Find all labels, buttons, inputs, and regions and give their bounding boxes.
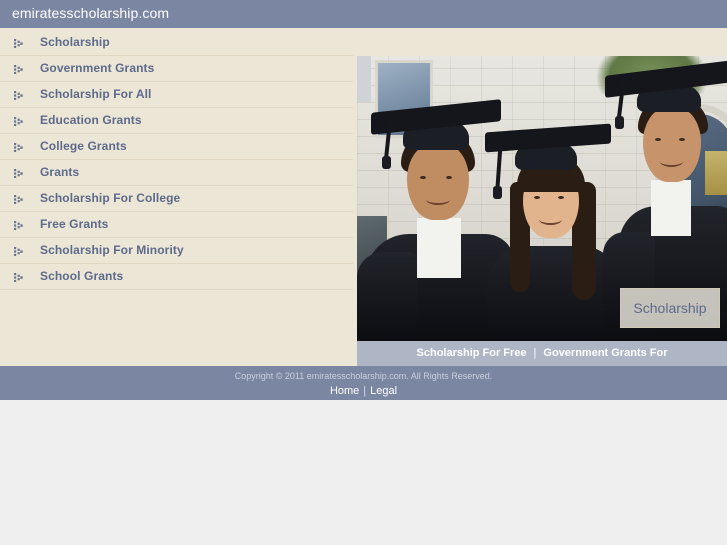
gown-sleeve <box>357 252 417 341</box>
bullet-arrow-icon <box>14 39 23 48</box>
footer-link-separator: | <box>363 385 367 397</box>
sidebar-item-label: Free Grants <box>40 217 109 231</box>
sidebar-item-scholarship-for-all[interactable]: Scholarship For All <box>0 82 353 108</box>
hero-badge: Scholarship <box>620 288 720 328</box>
footer-link-home[interactable]: Home <box>330 385 359 397</box>
sidebar-item-scholarship-for-minority[interactable]: Scholarship For Minority <box>0 238 353 264</box>
link-government-grants-for[interactable]: Government Grants For <box>543 347 667 359</box>
link-scholarship-for-free[interactable]: Scholarship For Free <box>417 347 527 359</box>
tassel-knob <box>493 186 502 199</box>
sidebar-item-label: College Grants <box>40 139 127 153</box>
main-card: Scholarship Government Grants Scholarship … <box>0 28 727 393</box>
eye-left <box>534 196 540 199</box>
shirt <box>417 218 461 278</box>
sidebar-item-label: Scholarship For Minority <box>40 243 184 257</box>
smile <box>660 156 683 167</box>
bullet-arrow-icon <box>14 273 23 282</box>
sidebar-item-free-grants[interactable]: Free Grants <box>0 212 353 238</box>
bullet-arrow-icon <box>14 65 23 74</box>
tassel-knob <box>382 156 391 169</box>
graduate-right <box>357 56 727 341</box>
face <box>407 144 469 220</box>
site-footer: Copyright © 2011 emiratesscholarship.com… <box>0 366 727 400</box>
bullet-arrow-icon <box>14 169 23 178</box>
eye-right <box>446 176 452 179</box>
sidebar-item-grants[interactable]: Grants <box>0 160 353 186</box>
tie <box>357 56 371 102</box>
bullet-arrow-icon <box>14 195 23 204</box>
link-bar-row-1: Scholarship For Free | Government Grants F… <box>357 341 727 367</box>
bullet-arrow-icon <box>14 221 23 230</box>
bullet-arrow-icon <box>14 247 23 256</box>
hero-badge-label: Scholarship <box>633 300 707 316</box>
sidebar-item-government-grants[interactable]: Government Grants <box>0 56 353 82</box>
site-header: emiratesscholarship.com <box>0 0 727 28</box>
shirt <box>651 180 691 236</box>
search-area: Search <box>0 313 353 366</box>
page-root: emiratesscholarship.com Scholarship Gover… <box>0 0 727 545</box>
copyright-text: Copyright © 2011 emiratesscholarship.com… <box>234 371 493 381</box>
bullet-arrow-icon <box>14 91 23 100</box>
eye-left <box>655 138 661 141</box>
sidebar-item-scholarship[interactable]: Scholarship <box>0 30 353 56</box>
face <box>643 108 701 182</box>
sidebar-item-label: School Grants <box>40 269 124 283</box>
eye-right <box>679 138 685 141</box>
smile <box>539 214 562 225</box>
footer-link-legal[interactable]: Legal <box>370 385 397 397</box>
sidebar-item-label: Education Grants <box>40 113 142 127</box>
sidebar-item-label: Scholarship For College <box>40 191 181 205</box>
sidebar-nav-list: Scholarship Government Grants Scholarship … <box>0 30 353 290</box>
sidebar-item-scholarship-for-college[interactable]: Scholarship For College <box>0 186 353 212</box>
eye-left <box>420 176 426 179</box>
bullet-arrow-icon <box>14 117 23 126</box>
sidebar-item-label: Scholarship For All <box>40 87 152 101</box>
hero-image: Scholarship <box>357 56 727 341</box>
site-title: emiratesscholarship.com <box>12 5 170 21</box>
sidebar-item-education-grants[interactable]: Education Grants <box>0 108 353 134</box>
eye-right <box>558 196 564 199</box>
sidebar-item-label: Grants <box>40 165 80 179</box>
smile <box>426 194 450 205</box>
tassel-knob <box>615 116 624 129</box>
page-background-bottom <box>0 400 727 545</box>
footer-links: Home | Legal <box>0 385 727 397</box>
sidebar-item-label: Scholarship <box>40 35 110 49</box>
link-separator: | <box>533 347 537 359</box>
sidebar-item-school-grants[interactable]: School Grants <box>0 264 353 290</box>
gown <box>487 246 621 341</box>
background-banner <box>705 151 727 195</box>
sidebar-item-college-grants[interactable]: College Grants <box>0 134 353 160</box>
link-bar-row-1-inner: Scholarship For Free | Government Grants F… <box>357 341 727 359</box>
sidebar-nav: Scholarship Government Grants Scholarship … <box>0 28 353 366</box>
sidebar-item-label: Government Grants <box>40 61 155 75</box>
bullet-arrow-icon <box>14 143 23 152</box>
